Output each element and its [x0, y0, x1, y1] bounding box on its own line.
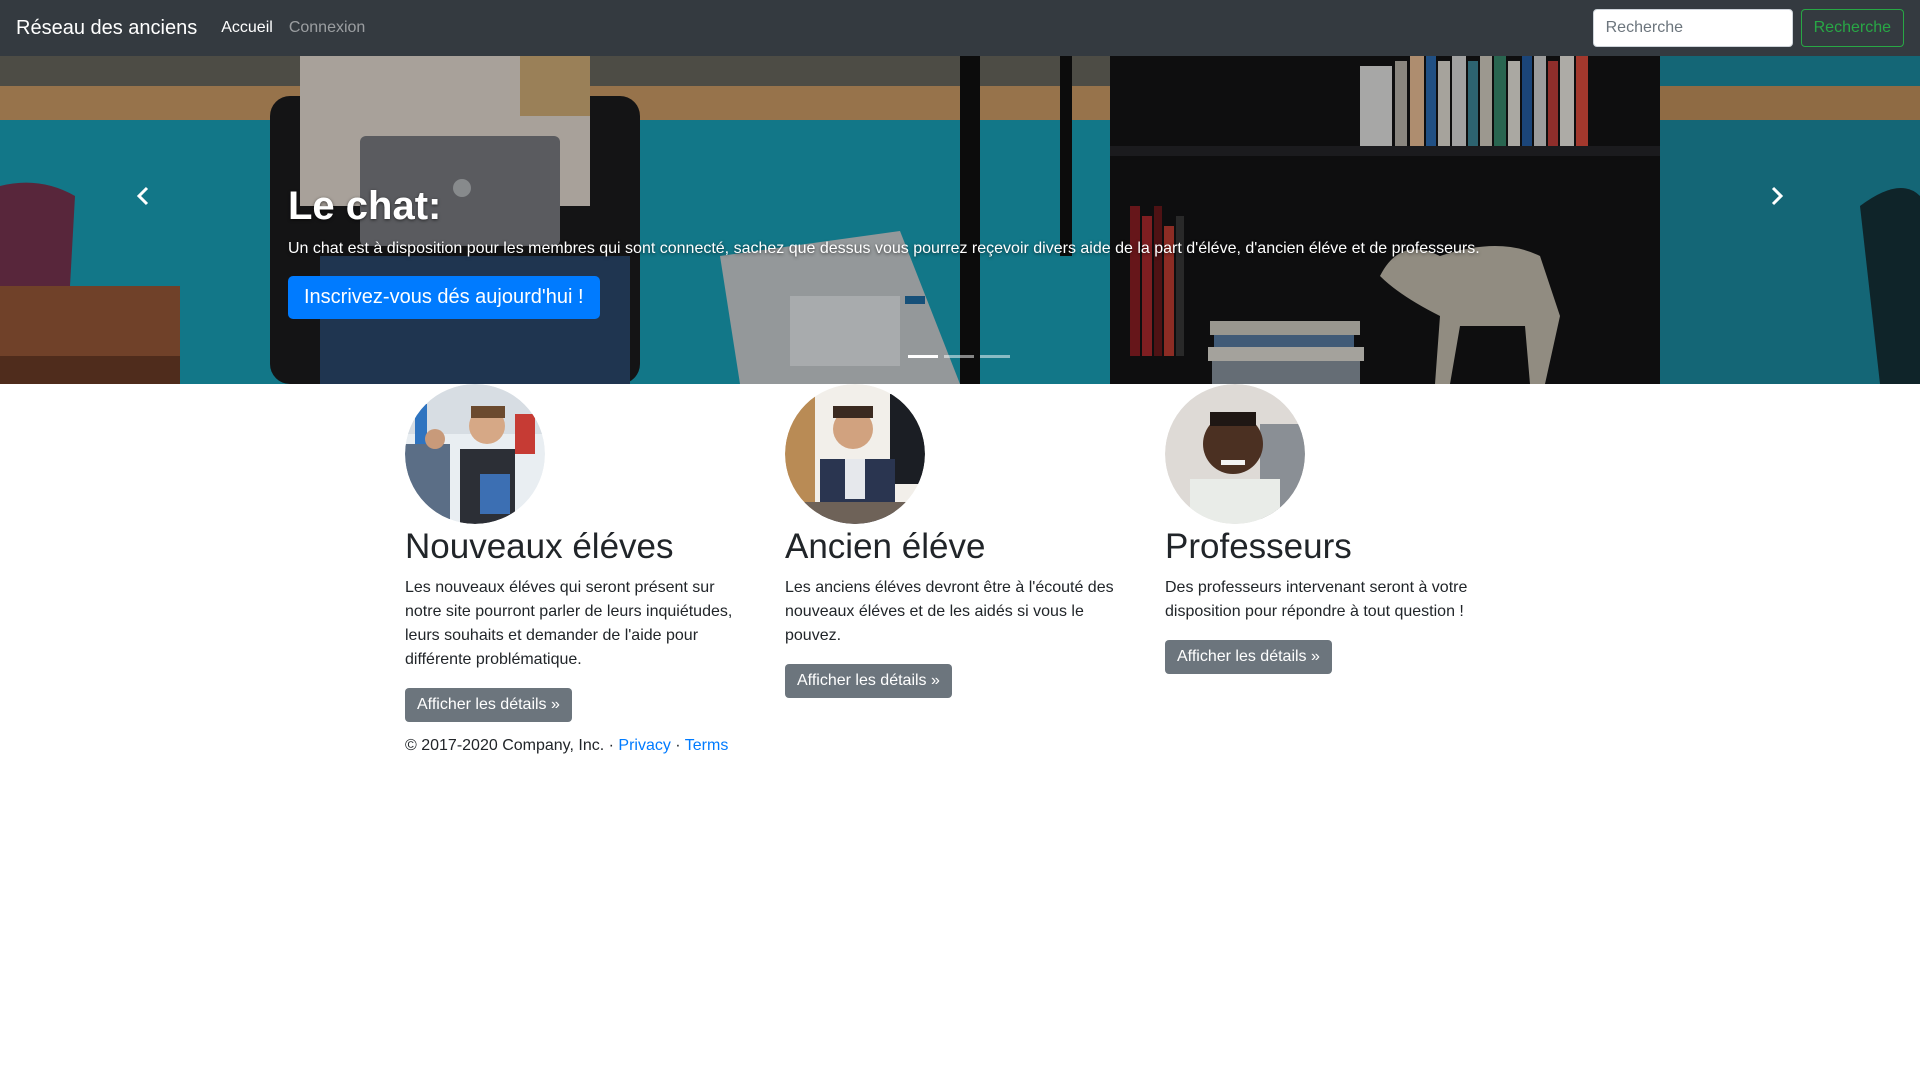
chevron-left-icon — [136, 186, 149, 206]
carousel-prev-button[interactable] — [124, 176, 164, 216]
carousel-caption: Le chat: Un chat est à disposition pour … — [288, 184, 1480, 319]
signup-button[interactable]: Inscrivez-vous dés aujourd'hui ! — [288, 276, 600, 319]
carousel-indicator-2[interactable] — [944, 355, 974, 358]
feature-ancien-eleve: Ancien éléve Les anciens éléves devront … — [785, 384, 1135, 698]
hero-carousel: Le chat: Un chat est à disposition pour … — [0, 56, 1920, 384]
carousel-indicators — [908, 355, 1010, 358]
navbar: Réseau des anciens Accueil Connexion Rec… — [0, 0, 1920, 56]
carousel-next-button[interactable] — [1756, 176, 1796, 216]
search-button[interactable]: Recherche — [1800, 9, 1904, 47]
nav-link-connexion[interactable]: Connexion — [289, 19, 366, 37]
feature-title: Nouveaux éléves — [405, 527, 674, 566]
chevron-right-icon — [1771, 186, 1784, 206]
feature-title: Professeurs — [1165, 527, 1352, 566]
avatar-nouveaux-eleves — [405, 384, 545, 524]
brand-link[interactable]: Réseau des anciens — [16, 17, 197, 40]
carousel-indicator-1[interactable] — [908, 355, 938, 358]
footer-privacy-link[interactable]: Privacy — [618, 737, 670, 754]
footer: © 2017-2020 Company, Inc. · Privacy · Te… — [405, 737, 728, 755]
footer-copyright: © 2017-2020 Company, Inc. · — [405, 737, 614, 754]
details-button[interactable]: Afficher les détails » — [405, 688, 572, 722]
feature-text: Des professeurs intervenant seront à vot… — [1165, 579, 1468, 620]
feature-professeurs: Professeurs Des professeurs intervenant … — [1165, 384, 1515, 674]
footer-separator: · — [675, 737, 681, 754]
carousel-title: Le chat: — [288, 184, 442, 228]
avatar-ancien-eleve — [785, 384, 925, 524]
feature-text: Les nouveaux éléves qui seront présent s… — [405, 579, 733, 668]
nav-link-accueil[interactable]: Accueil — [221, 19, 273, 37]
feature-text: Les anciens éléves devront être à l'écou… — [785, 579, 1114, 644]
footer-terms-link[interactable]: Terms — [685, 737, 729, 754]
search-input[interactable] — [1592, 9, 1793, 47]
details-button[interactable]: Afficher les détails » — [1165, 640, 1332, 674]
carousel-text: Un chat est à disposition pour les membr… — [288, 240, 1480, 257]
feature-title: Ancien éléve — [785, 527, 986, 566]
details-button[interactable]: Afficher les détails » — [785, 664, 952, 698]
carousel-indicator-3[interactable] — [980, 355, 1010, 358]
avatar-professeurs — [1165, 384, 1305, 524]
feature-nouveaux-eleves: Nouveaux éléves Les nouveaux éléves qui … — [405, 384, 755, 722]
